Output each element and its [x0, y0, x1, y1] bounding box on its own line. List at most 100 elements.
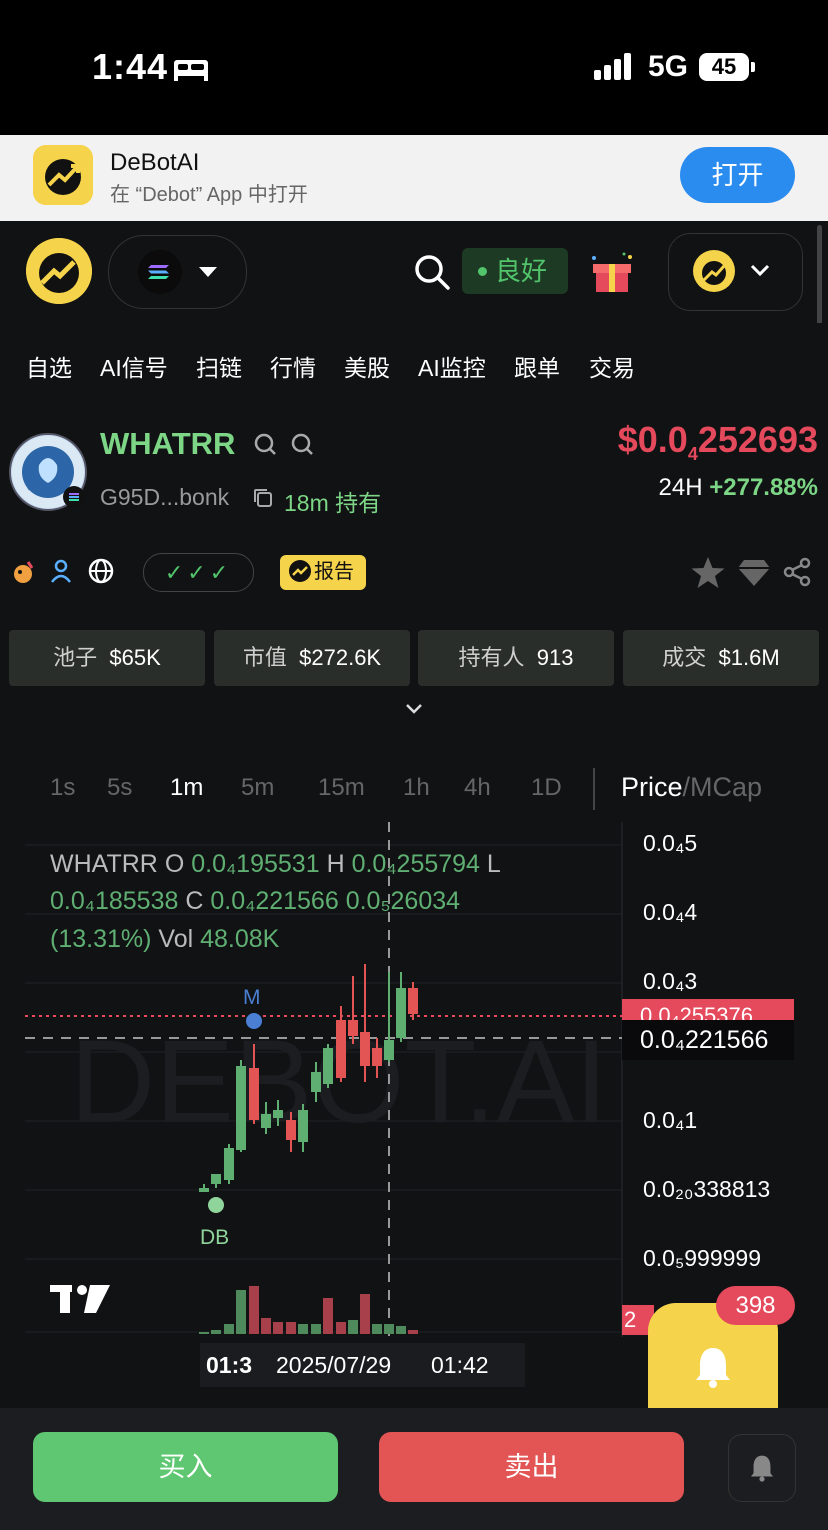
- token-price: $0.04252693: [560, 419, 818, 465]
- candle-body: [273, 1110, 283, 1118]
- nav-item-trade[interactable]: 交易: [589, 349, 635, 383]
- star-icon[interactable]: [690, 556, 726, 590]
- timeframe-4h[interactable]: 4h: [464, 774, 491, 802]
- nav-item-watchlist[interactable]: 自选: [26, 349, 72, 383]
- report-button[interactable]: 报告: [280, 555, 366, 590]
- banner-subtitle: 在 “Debot” App 中打开: [110, 184, 308, 206]
- search-token-icon[interactable]: [253, 432, 279, 458]
- price-zero-count: 4: [687, 444, 698, 464]
- battery-icon: 45: [699, 53, 749, 81]
- ohlc-line-1: WHATRR O 0.0₄195531 H 0.0₄255794 L: [50, 850, 501, 879]
- candle-body: [286, 1120, 296, 1140]
- nav-item-market[interactable]: 行情: [270, 349, 316, 383]
- price-mcap-toggle[interactable]: Price/MCap: [621, 772, 762, 803]
- candle-body: [224, 1148, 234, 1180]
- nav-item-ai-signal[interactable]: AI信号: [100, 349, 168, 383]
- copy-icon[interactable]: [252, 487, 274, 509]
- network-status-badge: 良好: [462, 248, 568, 294]
- timeframe-1h[interactable]: 1h: [403, 774, 430, 802]
- timeframe-1d[interactable]: 1D: [531, 774, 562, 802]
- website-globe-icon[interactable]: [86, 556, 116, 586]
- nav-item-copy-trade[interactable]: 跟单: [514, 349, 560, 383]
- solana-icon: [138, 250, 182, 294]
- candle-body: [211, 1174, 221, 1184]
- ohlc-vol-label: Vol: [158, 925, 194, 953]
- candle-body: [360, 1032, 370, 1066]
- nav-item-ai-monitor[interactable]: AI监控: [418, 349, 486, 383]
- network-type: 5G: [648, 50, 689, 83]
- buy-button[interactable]: 买入: [33, 1432, 338, 1502]
- open-app-button[interactable]: 打开: [680, 147, 795, 203]
- candle-body: [236, 1066, 246, 1150]
- tradingview-logo-icon: [50, 1285, 110, 1313]
- account-menu[interactable]: [668, 233, 803, 311]
- gift-icon[interactable]: [588, 252, 636, 294]
- volume-bar: [360, 1294, 370, 1334]
- chevron-down-icon: [199, 267, 217, 277]
- price-option[interactable]: Price: [621, 772, 683, 802]
- bell-icon: [750, 1455, 774, 1482]
- hold-duration: 18m 持有: [284, 490, 382, 516]
- user-icon[interactable]: [46, 556, 76, 586]
- timeframe-1m[interactable]: 1m: [170, 774, 203, 802]
- volume-bar: [236, 1290, 246, 1334]
- volume-bar: [211, 1330, 221, 1334]
- stat-value: $272.6K: [299, 645, 382, 670]
- price-tail: 252693: [697, 419, 818, 460]
- ohlc-h-label: H: [326, 850, 345, 878]
- stat-label: 成交: [662, 645, 707, 670]
- signal-icon: [594, 52, 634, 80]
- candle-body: [336, 1020, 346, 1078]
- ohlc-change: 0.0₅26034: [345, 887, 461, 915]
- banner-app-name: DeBotAI: [110, 149, 200, 176]
- pump-fun-icon[interactable]: [8, 556, 38, 586]
- timeframe-5m[interactable]: 5m: [241, 774, 274, 802]
- expand-chevron-icon[interactable]: [404, 702, 424, 716]
- timeframe-1s[interactable]: 1s: [50, 774, 75, 802]
- timeframe-5s[interactable]: 5s: [107, 774, 132, 802]
- crosshair-date: 2025/07/29: [276, 1352, 392, 1378]
- ohlc-close: 0.0₄221566: [210, 887, 339, 915]
- stat-pool: 池子 $65K: [9, 630, 205, 686]
- stat-value: 913: [536, 645, 574, 670]
- nav-item-scan[interactable]: 扫链: [196, 349, 242, 383]
- candle-body: [311, 1072, 321, 1092]
- change-period: 24H: [658, 474, 703, 501]
- y-tick-label: 0.0₂₀338813: [643, 1176, 771, 1202]
- user-avatar-icon: [693, 250, 735, 292]
- notification-button[interactable]: [728, 1434, 796, 1502]
- candle-body: [323, 1048, 333, 1084]
- volume-bar: [372, 1324, 382, 1334]
- marker-m-dot: [246, 1013, 262, 1029]
- nav-item-us-stocks[interactable]: 美股: [344, 349, 390, 383]
- security-checks[interactable]: ✓✓✓: [143, 553, 254, 592]
- search-icon[interactable]: [413, 253, 451, 291]
- stat-volume: 成交 $1.6M: [623, 630, 819, 686]
- volume-bar: [336, 1322, 346, 1334]
- debot-logo-icon[interactable]: [26, 238, 92, 304]
- marker-db-label: DB: [200, 1226, 229, 1249]
- diamond-icon[interactable]: [737, 559, 771, 587]
- battery-tip: [751, 62, 755, 72]
- timeframe-15m[interactable]: 15m: [318, 774, 365, 802]
- ohlc-high: 0.0₄255794: [351, 850, 480, 878]
- candle-body: [384, 1040, 394, 1060]
- stat-label: 池子: [53, 645, 98, 670]
- status-dot: [478, 267, 487, 277]
- volume-bar: [408, 1330, 418, 1334]
- change-value: +277.88%: [709, 474, 818, 501]
- search-x-icon[interactable]: [290, 432, 316, 458]
- candle-body: [348, 1020, 358, 1036]
- toolbar-divider: [593, 768, 595, 810]
- volume-bar: [348, 1320, 358, 1334]
- sleep-mode-icon: [174, 60, 208, 81]
- sell-button[interactable]: 卖出: [379, 1432, 684, 1502]
- status-time: 1:44: [92, 46, 169, 87]
- time-axis-label: 01:3: [206, 1352, 253, 1378]
- share-icon[interactable]: [782, 557, 812, 587]
- mcap-option[interactable]: MCap: [690, 772, 762, 802]
- volume-bar: [199, 1332, 209, 1334]
- token-symbol: WHATRR: [100, 426, 236, 461]
- marker-db-dot: [208, 1197, 224, 1213]
- volume-bar: [249, 1286, 259, 1334]
